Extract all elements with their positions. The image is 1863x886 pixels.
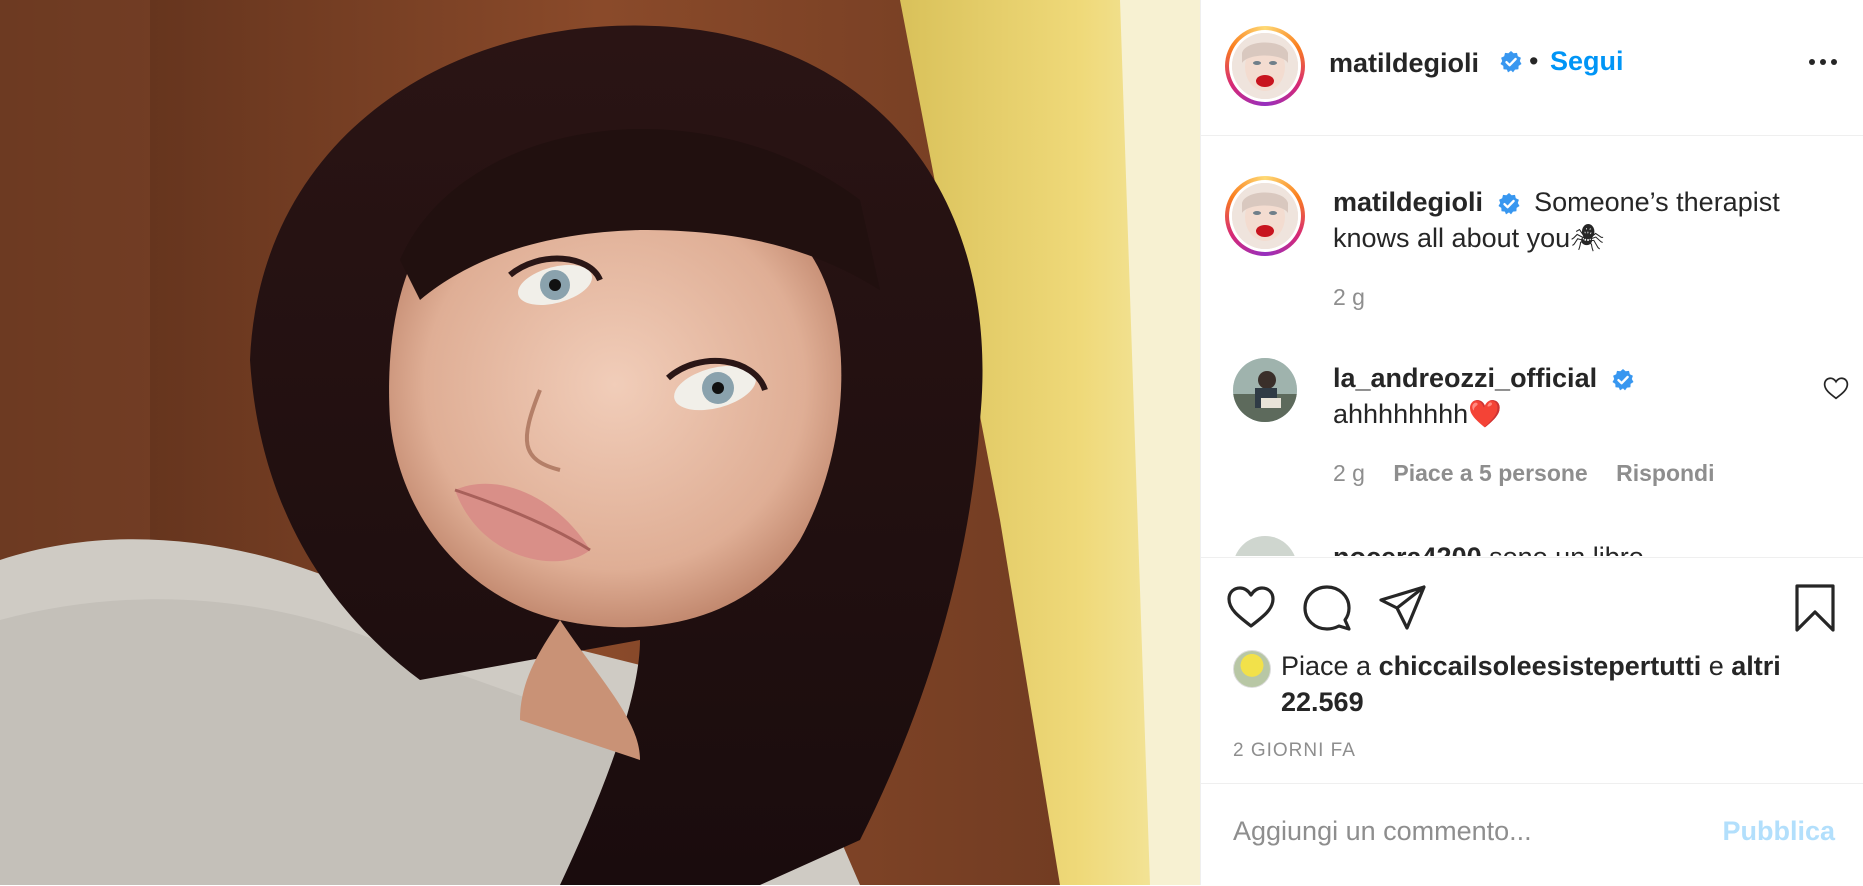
caption-avatar[interactable]: [1225, 176, 1305, 256]
comments-section[interactable]: matildegioli Someone’s therapist knows a…: [1201, 136, 1863, 556]
comment-username[interactable]: la_andreozzi_official: [1333, 363, 1597, 393]
comment-input[interactable]: [1233, 816, 1673, 847]
caption-timestamp[interactable]: 2 g: [1333, 284, 1365, 311]
likes-prefix: Piace a: [1281, 651, 1372, 681]
more-options-icon[interactable]: [1809, 52, 1843, 72]
caption-username[interactable]: matildegioli: [1333, 187, 1483, 217]
list-item: nocera4200 sono un libro: [1233, 536, 1833, 556]
add-comment-bar: Pubblica: [1201, 783, 1863, 886]
liker-username[interactable]: chiccailsoleesistepertutti: [1379, 651, 1702, 681]
post-actions: Piace a chiccailsoleesistepertutti e alt…: [1201, 557, 1863, 784]
portrait-image: [0, 0, 1200, 885]
likes-conjunction: e: [1708, 651, 1724, 681]
bookmark-icon[interactable]: [1789, 582, 1841, 634]
comment: nocera4200 sono un libro: [1333, 542, 1644, 556]
share-icon[interactable]: [1377, 582, 1429, 634]
author-avatar[interactable]: [1225, 26, 1305, 106]
author-username[interactable]: matildegioli: [1329, 48, 1479, 79]
verified-badge-icon: [1612, 368, 1634, 391]
commenter-avatar[interactable]: [1233, 536, 1297, 556]
liker-avatar[interactable]: [1233, 650, 1271, 688]
comment-meta: 2 g Piace a 5 persone Rispondi: [1333, 460, 1737, 487]
comment-timestamp[interactable]: 2 g: [1333, 460, 1365, 486]
reply-button[interactable]: Rispondi: [1616, 460, 1714, 486]
commenter-avatar[interactable]: [1233, 358, 1297, 422]
heart-icon[interactable]: [1823, 376, 1849, 400]
comment-text: ahhhhhhhh❤️: [1333, 399, 1502, 429]
caption: matildegioli Someone’s therapist knows a…: [1333, 184, 1833, 256]
heart-icon[interactable]: [1225, 582, 1277, 634]
post-photo[interactable]: [0, 0, 1200, 885]
comment: la_andreozzi_official ahhhhhhhh❤️: [1333, 360, 1635, 432]
verified-badge-icon: [1498, 192, 1520, 215]
separator-dot: •: [1529, 46, 1539, 76]
caption-avatar-image: [1232, 183, 1298, 249]
comment-username[interactable]: nocera4200: [1333, 542, 1482, 556]
comment-text: sono un libro: [1489, 542, 1644, 556]
post-side-panel: matildegioli • Segui matildegioli Someon…: [1200, 0, 1863, 885]
comment-icon[interactable]: [1301, 582, 1353, 634]
follow-button[interactable]: Segui: [1550, 46, 1624, 77]
post-date[interactable]: 2 GIORNI FA: [1233, 740, 1356, 762]
post-header: matildegioli • Segui: [1201, 0, 1863, 136]
verified-badge-icon: [1493, 50, 1523, 74]
publish-button[interactable]: Pubblica: [1722, 816, 1835, 847]
author-avatar-image: [1232, 33, 1298, 99]
comment-likes-link[interactable]: Piace a 5 persone: [1393, 460, 1587, 486]
